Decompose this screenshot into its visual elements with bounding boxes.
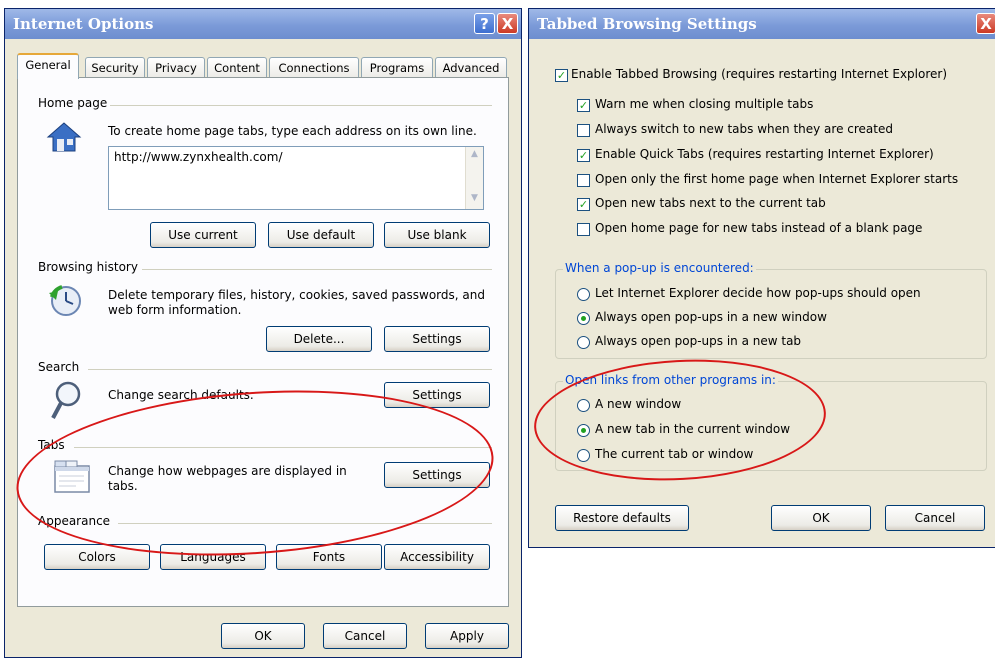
restore-defaults-button[interactable]: Restore defaults [555, 505, 689, 531]
internet-options-title: Internet Options [13, 15, 154, 33]
enable-tabbed-checkbox[interactable]: ✓ [555, 69, 568, 82]
enable-tabbed-label: Enable Tabbed Browsing (requires restart… [571, 67, 948, 81]
popup-ie-decide-radio[interactable] [577, 288, 590, 301]
history-clock-icon [49, 285, 81, 316]
first-home-page-checkbox[interactable] [577, 174, 590, 187]
ok-button[interactable]: OK [221, 623, 305, 649]
scroll-up-icon[interactable]: ▲ [468, 149, 481, 163]
browsing-history-separator [142, 269, 492, 270]
switch-new-tabs-checkbox[interactable] [577, 124, 590, 137]
home-page-url-textarea[interactable]: http://www.zynxhealth.com/ ▲ ▼ [108, 146, 484, 210]
popup-new-tab-radio[interactable] [577, 336, 590, 349]
home-page-separator [110, 105, 492, 106]
tab-programs[interactable]: Programs [361, 57, 433, 78]
browsing-history-heading: Browsing history [38, 260, 138, 274]
textarea-scrollbar[interactable]: ▲ ▼ [465, 147, 483, 209]
popup-ie-decide-label: Let Internet Explorer decide how pop-ups… [595, 286, 921, 300]
tabbed-settings-title: Tabbed Browsing Settings [537, 15, 757, 33]
search-separator [88, 369, 492, 370]
search-heading: Search [38, 360, 80, 374]
tab-connections[interactable]: Connections [269, 57, 359, 78]
tabs-next-current-checkbox[interactable]: ✓ [577, 198, 590, 211]
tabbed-close-button[interactable]: X [976, 13, 995, 34]
switch-new-tabs-label: Always switch to new tabs when they are … [595, 122, 893, 136]
tab-advanced[interactable]: Advanced [435, 57, 507, 78]
popup-new-tab-label: Always open pop-ups in a new tab [595, 334, 802, 348]
first-home-page-label: Open only the first home page when Inter… [595, 172, 959, 186]
tab-general[interactable]: General [17, 53, 79, 79]
use-default-button[interactable]: Use default [268, 222, 374, 248]
quick-tabs-label: Enable Quick Tabs (requires restarting I… [595, 147, 934, 161]
cancel-button[interactable]: Cancel [323, 623, 407, 649]
close-button[interactable]: X [497, 13, 518, 34]
popup-new-window-radio[interactable] [577, 312, 590, 325]
home-page-new-tabs-label: Open home page for new tabs instead of a… [595, 221, 923, 235]
warn-closing-label: Warn me when closing multiple tabs [595, 97, 814, 111]
quick-tabs-checkbox[interactable]: ✓ [577, 149, 590, 162]
delete-history-button[interactable]: Delete... [266, 326, 372, 352]
scroll-down-icon[interactable]: ▼ [468, 193, 481, 207]
accessibility-button[interactable]: Accessibility [384, 544, 490, 570]
tab-security[interactable]: Security [85, 57, 145, 78]
home-page-heading: Home page [38, 96, 108, 110]
home-page-description: To create home page tabs, type each addr… [108, 124, 477, 138]
tab-content[interactable]: Content [207, 57, 267, 78]
home-icon [46, 122, 82, 152]
magnifier-icon [51, 381, 81, 419]
tabbed-settings-titlebar[interactable]: Tabbed Browsing Settings [529, 9, 995, 39]
use-current-button[interactable]: Use current [150, 222, 256, 248]
tabbed-cancel-button[interactable]: Cancel [885, 505, 985, 531]
help-button[interactable]: ? [474, 13, 495, 34]
home-page-url: http://www.zynxhealth.com/ [114, 150, 283, 164]
popup-new-window-label: Always open pop-ups in a new window [595, 310, 827, 324]
internet-options-window: Internet Options ? X General Security Pr… [4, 8, 522, 658]
internet-options-titlebar[interactable]: Internet Options [5, 9, 521, 39]
history-settings-button[interactable]: Settings [384, 326, 490, 352]
use-blank-button[interactable]: Use blank [384, 222, 490, 248]
warn-closing-checkbox[interactable]: ✓ [577, 99, 590, 112]
apply-button[interactable]: Apply [425, 623, 509, 649]
popup-group-title: When a pop-up is encountered: [563, 261, 756, 275]
tabs-next-current-label: Open new tabs next to the current tab [595, 196, 826, 210]
browsing-history-description: Delete temporary files, history, cookies… [108, 288, 485, 317]
home-page-new-tabs-checkbox[interactable] [577, 223, 590, 236]
tabbed-ok-button[interactable]: OK [771, 505, 871, 531]
tab-privacy[interactable]: Privacy [147, 57, 205, 78]
